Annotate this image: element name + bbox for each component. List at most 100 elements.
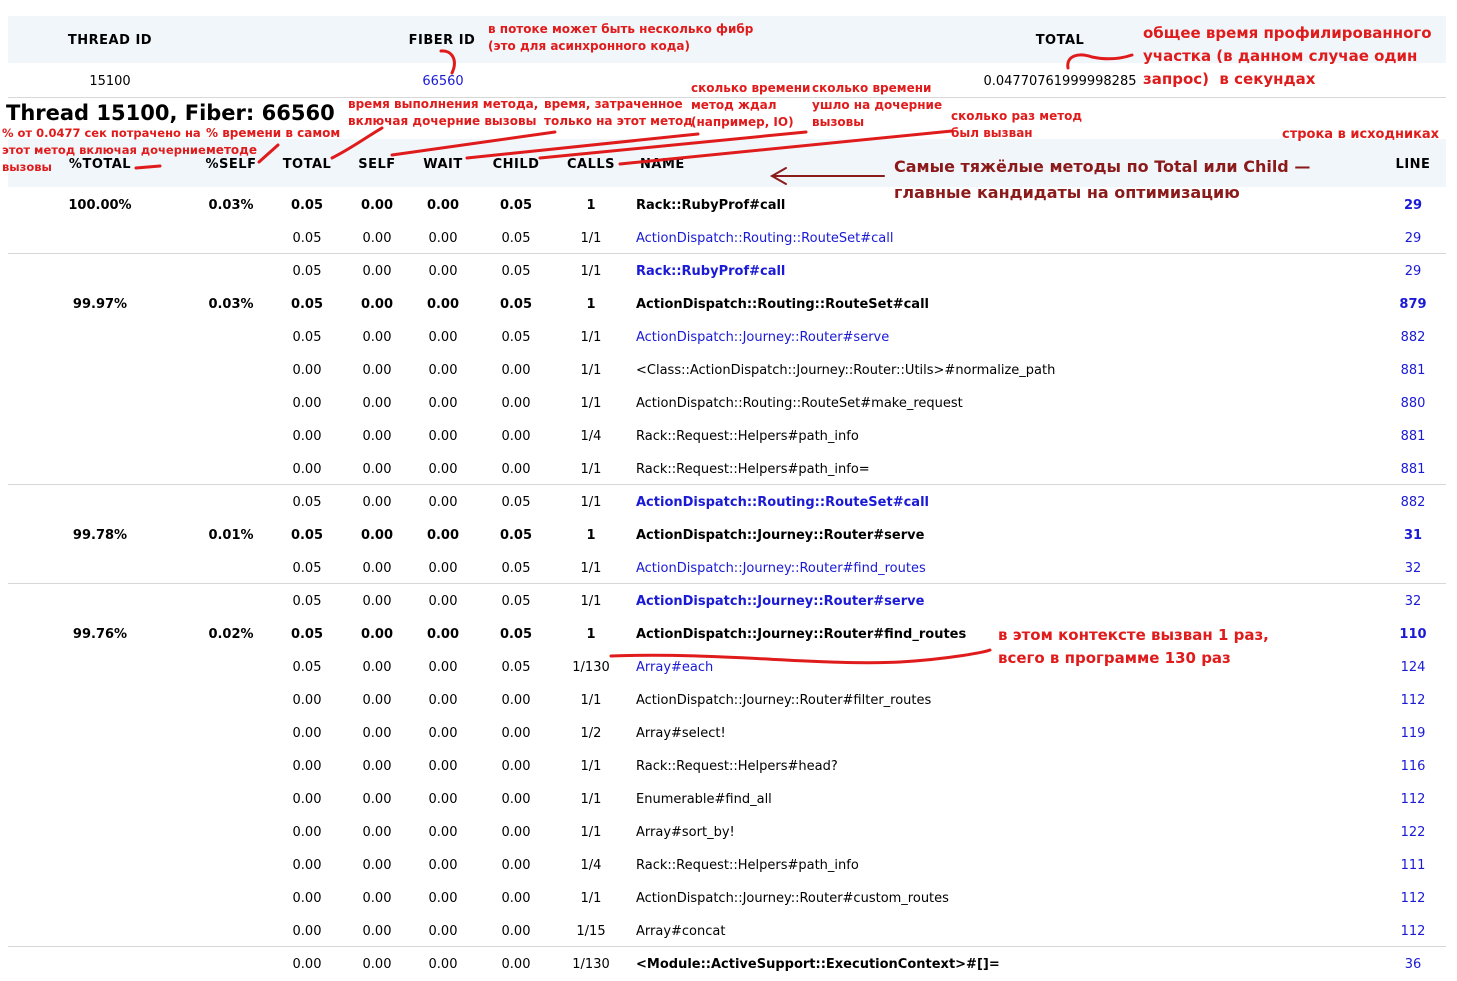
cell-child: 0.05 xyxy=(501,231,531,246)
source-line-link[interactable]: 29 xyxy=(1385,231,1441,246)
source-line-link[interactable]: 881 xyxy=(1385,429,1441,444)
cell-wait: 0.00 xyxy=(428,858,458,873)
col-pself[interactable]: %SELF xyxy=(195,157,267,172)
group-divider xyxy=(8,484,1446,485)
cell-child: 0.00 xyxy=(501,858,531,873)
table-row: 0.00 0.00 0.00 0.00 1/15 Array#concat 112 xyxy=(0,915,1457,948)
source-line-link[interactable]: 29 xyxy=(1385,198,1441,213)
method-name[interactable]: ActionDispatch::Routing::RouteSet#call xyxy=(636,495,929,510)
col-total[interactable]: TOTAL xyxy=(280,157,334,172)
cell-self: 0.00 xyxy=(362,264,392,279)
method-name: <Class::ActionDispatch::Journey::Router:… xyxy=(636,363,1056,378)
cell-wait: 0.00 xyxy=(426,528,460,543)
fiber-id-link[interactable]: 66560 xyxy=(400,74,486,89)
method-name[interactable]: ActionDispatch::Journey::Router#find_rou… xyxy=(636,561,926,576)
source-line-link[interactable]: 31 xyxy=(1385,528,1441,543)
table-row: 0.00 0.00 0.00 0.00 1/1 <Class::ActionDispatc… xyxy=(0,354,1457,387)
group-divider xyxy=(8,253,1446,254)
source-line-link[interactable]: 882 xyxy=(1385,330,1441,345)
cell-wait: 0.00 xyxy=(428,429,458,444)
source-line-link[interactable]: 879 xyxy=(1385,297,1441,312)
cell-calls: 1/1 xyxy=(580,792,602,807)
method-name: ActionDispatch::Journey::Router#serve xyxy=(636,528,925,543)
table-row: 0.05 0.00 0.00 0.05 1/1 ActionDispatch::Journ… xyxy=(0,552,1457,585)
cell-wait: 0.00 xyxy=(426,198,460,213)
table-row: 0.00 0.00 0.00 0.00 1/1 Array#sort_by! 122 xyxy=(0,816,1457,849)
col-name[interactable]: NAME xyxy=(640,157,690,172)
source-line-link[interactable]: 124 xyxy=(1385,660,1441,675)
cell-wait: 0.00 xyxy=(428,924,458,939)
cell-wait: 0.00 xyxy=(428,594,458,609)
cell-total: 0.00 xyxy=(292,363,322,378)
source-line-link[interactable]: 116 xyxy=(1385,759,1441,774)
source-line-link[interactable]: 112 xyxy=(1385,792,1441,807)
annotation-wait-col: сколько времени метод ждал (например, IO… xyxy=(691,81,811,129)
cell-ptotal: 99.76% xyxy=(72,627,128,642)
cell-child: 0.00 xyxy=(501,792,531,807)
cell-calls: 1/1 xyxy=(580,759,602,774)
cell-total: 0.05 xyxy=(290,528,324,543)
source-line-link[interactable]: 32 xyxy=(1385,594,1441,609)
cell-self: 0.00 xyxy=(362,594,392,609)
cell-child: 0.00 xyxy=(501,924,531,939)
cell-calls: 1/130 xyxy=(572,957,610,972)
cell-total: 0.05 xyxy=(292,264,322,279)
source-line-link[interactable]: 122 xyxy=(1385,825,1441,840)
cell-child: 0.05 xyxy=(499,297,533,312)
col-child[interactable]: CHILD xyxy=(488,157,544,172)
cell-wait: 0.00 xyxy=(428,561,458,576)
method-name[interactable]: ActionDispatch::Routing::RouteSet#call xyxy=(636,231,894,246)
source-line-link[interactable]: 112 xyxy=(1385,693,1441,708)
cell-ptotal: 99.78% xyxy=(72,528,128,543)
source-line-link[interactable]: 880 xyxy=(1385,396,1441,411)
source-line-link[interactable]: 32 xyxy=(1385,561,1441,576)
cell-total: 0.05 xyxy=(292,231,322,246)
table-row: 0.00 0.00 0.00 0.00 1/2 Array#select! 119 xyxy=(0,717,1457,750)
source-line-link[interactable]: 882 xyxy=(1385,495,1441,510)
cell-child: 0.05 xyxy=(499,198,533,213)
cell-self: 0.00 xyxy=(362,495,392,510)
method-name[interactable]: ActionDispatch::Journey::Router#serve xyxy=(636,594,924,609)
source-line-link[interactable]: 111 xyxy=(1385,858,1441,873)
cell-child: 0.00 xyxy=(501,726,531,741)
table-row: 0.05 0.00 0.00 0.05 1/1 Rack::RubyProf#call 29 xyxy=(0,255,1457,288)
cell-ptotal: 99.97% xyxy=(72,297,128,312)
cell-wait: 0.00 xyxy=(428,264,458,279)
group-divider xyxy=(8,583,1446,584)
method-name[interactable]: ActionDispatch::Journey::Router#serve xyxy=(636,330,889,345)
cell-total: 0.05 xyxy=(290,627,324,642)
col-self[interactable]: SELF xyxy=(352,157,402,172)
cell-calls: 1/1 xyxy=(580,363,602,378)
col-wait[interactable]: WAIT xyxy=(418,157,468,172)
cell-total: 0.00 xyxy=(292,891,322,906)
method-name: Rack::RubyProf#call xyxy=(636,198,786,213)
cell-wait: 0.00 xyxy=(428,726,458,741)
col-line[interactable]: LINE xyxy=(1385,157,1441,172)
table-row: 99.97% 0.03% 0.05 0.00 0.00 0.05 1 ActionDispat… xyxy=(0,288,1457,321)
source-line-link[interactable]: 36 xyxy=(1385,957,1441,972)
method-name: Rack::Request::Helpers#head? xyxy=(636,759,838,774)
cell-child: 0.00 xyxy=(501,759,531,774)
source-line-link[interactable]: 112 xyxy=(1385,891,1441,906)
source-line-link[interactable]: 119 xyxy=(1385,726,1441,741)
cell-calls: 1 xyxy=(586,297,596,312)
fiber-id-header: FIBER ID xyxy=(408,33,476,48)
source-line-link[interactable]: 112 xyxy=(1385,924,1441,939)
cell-total: 0.05 xyxy=(292,561,322,576)
method-name: ActionDispatch::Journey::Router#custom_r… xyxy=(636,891,949,906)
cell-wait: 0.00 xyxy=(428,396,458,411)
method-name[interactable]: Rack::RubyProf#call xyxy=(636,264,785,279)
cell-child: 0.00 xyxy=(501,891,531,906)
source-line-link[interactable]: 29 xyxy=(1385,264,1441,279)
cell-calls: 1 xyxy=(586,198,596,213)
cell-wait: 0.00 xyxy=(428,330,458,345)
cell-total: 0.05 xyxy=(292,495,322,510)
cell-calls: 1/4 xyxy=(580,858,602,873)
source-line-link[interactable]: 881 xyxy=(1385,462,1441,477)
method-name: Array#sort_by! xyxy=(636,825,735,840)
source-line-link[interactable]: 881 xyxy=(1385,363,1441,378)
method-name[interactable]: Array#each xyxy=(636,660,713,675)
col-calls[interactable]: CALLS xyxy=(560,157,622,172)
source-line-link[interactable]: 110 xyxy=(1385,627,1441,642)
cell-wait: 0.00 xyxy=(428,660,458,675)
